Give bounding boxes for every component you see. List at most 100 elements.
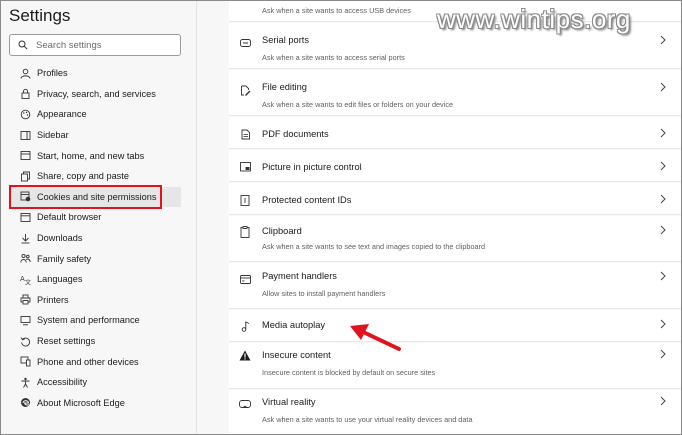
sidebar-item-label: Privacy, search, and services <box>37 88 156 99</box>
sidebar-item-profiles[interactable]: Profiles <box>9 63 181 84</box>
permission-protected-content[interactable]: Protected content IDs <box>229 183 681 215</box>
warning-icon <box>239 349 251 361</box>
sidebar-item-label: System and performance <box>37 315 140 326</box>
sidebar-item-about-edge[interactable]: About Microsoft Edge <box>9 393 181 414</box>
permission-title: Serial ports <box>262 35 310 45</box>
phone-icon <box>19 356 31 368</box>
chevron-right-icon <box>660 128 666 138</box>
sidebar-item-downloads[interactable]: Downloads <box>9 228 181 249</box>
sidebar-item-printers[interactable]: Printers <box>9 290 181 311</box>
sidebar-item-label: Phone and other devices <box>37 356 139 367</box>
permissions-list: Ask when a site wants to access USB devi… <box>229 1 681 434</box>
sidebar-item-label: Start, home, and new tabs <box>37 150 145 161</box>
music-note-icon <box>239 320 251 332</box>
sidebar-item-label: Profiles <box>37 68 68 79</box>
chevron-right-icon <box>660 82 666 92</box>
permission-insecure-content[interactable]: Insecure content Insecure content is blo… <box>229 343 681 389</box>
sidebar-item-phone-devices[interactable]: Phone and other devices <box>9 351 181 372</box>
sidebar-icon <box>19 129 31 141</box>
search-icon <box>18 40 28 50</box>
chevron-right-icon <box>660 319 666 329</box>
clipboard-icon <box>239 226 251 238</box>
vr-headset-icon <box>239 398 251 410</box>
sidebar-item-privacy[interactable]: Privacy, search, and services <box>9 84 181 105</box>
chevron-right-icon <box>660 161 666 171</box>
watermark: www.wintips.org <box>437 4 631 34</box>
system-icon <box>19 314 31 326</box>
sidebar-item-reset[interactable]: Reset settings <box>9 331 181 352</box>
permission-title: Picture in picture control <box>262 162 362 172</box>
sidebar-item-cookies[interactable]: Cookies and site permissions <box>9 184 181 209</box>
permission-title: Insecure content <box>262 350 331 360</box>
picture-in-picture-icon <box>239 161 251 173</box>
share-icon <box>19 170 31 182</box>
accessibility-icon <box>19 376 31 388</box>
sidebar-nav: Profiles Privacy, search, and services A… <box>9 63 181 413</box>
chevron-right-icon <box>660 194 666 204</box>
permission-description: Ask when a site wants to see text and im… <box>262 242 486 251</box>
permission-title: Virtual reality <box>262 397 316 407</box>
sidebar-item-start-home[interactable]: Start, home, and new tabs <box>9 145 181 166</box>
permission-description: Ask when a site wants to access USB devi… <box>262 6 411 15</box>
sidebar: Settings Profiles Privacy, search, and s… <box>1 1 197 434</box>
protected-content-icon <box>239 194 251 206</box>
highlight-box <box>9 184 162 209</box>
permission-file-editing[interactable]: File editing Ask when a site wants to ed… <box>229 70 681 116</box>
printer-icon <box>19 294 31 306</box>
pdf-icon <box>239 128 251 140</box>
chevron-right-icon <box>660 396 666 406</box>
permission-title: PDF documents <box>262 129 329 139</box>
permission-title: Media autoplay <box>262 320 326 330</box>
permission-virtual-reality[interactable]: Virtual reality Ask when a site wants to… <box>229 390 681 434</box>
sidebar-item-system[interactable]: System and performance <box>9 310 181 331</box>
sidebar-item-label: Downloads <box>37 233 83 244</box>
sidebar-item-label: Family safety <box>37 253 92 264</box>
permission-description: Ask when a site wants to use your virtua… <box>262 415 473 424</box>
sidebar-item-share-copy[interactable]: Share, copy and paste <box>9 166 181 187</box>
search-box[interactable] <box>9 34 181 56</box>
sidebar-item-label: Appearance <box>37 109 87 120</box>
languages-icon: A文 <box>19 273 31 285</box>
sidebar-item-accessibility[interactable]: Accessibility <box>9 372 181 393</box>
svg-text:文: 文 <box>25 278 31 285</box>
sidebar-item-default-browser[interactable]: Default browser <box>9 207 181 228</box>
permission-pdf-documents[interactable]: PDF documents <box>229 117 681 149</box>
chevron-right-icon <box>660 35 666 45</box>
sidebar-item-appearance[interactable]: Appearance <box>9 104 181 125</box>
permission-description: Allow sites to install payment handlers <box>262 289 386 298</box>
search-input[interactable] <box>36 39 166 51</box>
sidebar-item-label: Printers <box>37 294 69 305</box>
profile-icon <box>19 67 31 79</box>
sidebar-item-label: Reset settings <box>37 336 96 347</box>
permission-title: Clipboard <box>262 226 302 236</box>
permission-description: Ask when a site wants to edit files or f… <box>262 100 454 109</box>
annotation-arrow <box>350 324 401 351</box>
home-icon <box>19 150 31 162</box>
sidebar-item-family-safety[interactable]: Family safety <box>9 248 181 269</box>
appearance-icon <box>19 108 31 120</box>
sidebar-item-languages[interactable]: A文 Languages <box>9 269 181 290</box>
permission-title: Protected content IDs <box>262 195 352 205</box>
permission-clipboard[interactable]: Clipboard Ask when a site wants to see t… <box>229 216 681 262</box>
permission-media-autoplay[interactable]: Media autoplay <box>229 310 681 342</box>
chevron-right-icon <box>660 271 666 281</box>
sidebar-item-sidebar[interactable]: Sidebar <box>9 125 181 146</box>
permission-picture-in-picture[interactable]: Picture in picture control <box>229 150 681 182</box>
permission-payment-handlers[interactable]: Payment handlers Allow sites to install … <box>229 263 681 309</box>
permission-title: File editing <box>262 82 307 92</box>
sidebar-item-label: Accessibility <box>37 377 88 388</box>
sidebar-item-label: Default browser <box>37 212 102 223</box>
sidebar-item-label: About Microsoft Edge <box>37 397 125 408</box>
sidebar-item-label: Sidebar <box>37 130 69 141</box>
sidebar-item-label: Languages <box>37 274 83 285</box>
payment-icon <box>239 273 251 285</box>
permission-title: Payment handlers <box>262 271 337 281</box>
chevron-right-icon <box>660 225 666 235</box>
chevron-right-icon <box>660 349 666 359</box>
permission-description: Insecure content is blocked by default o… <box>262 368 436 377</box>
lock-icon <box>19 88 31 100</box>
permission-description: Ask when a site wants to access serial p… <box>262 53 405 62</box>
settings-window: Settings Profiles Privacy, search, and s… <box>0 0 682 435</box>
serial-port-icon <box>239 37 251 49</box>
edge-icon <box>19 397 31 409</box>
